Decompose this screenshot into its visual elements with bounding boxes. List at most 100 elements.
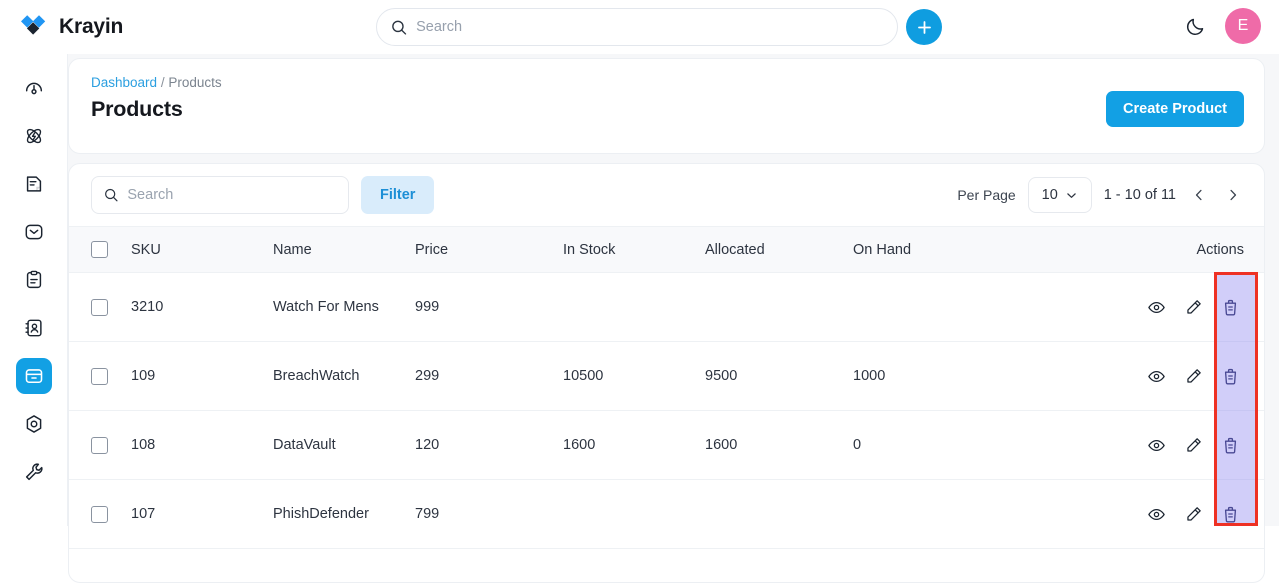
- table-toolbar: Filter Per Page 10 1 - 10 of 11: [69, 164, 1264, 226]
- breadcrumb-separator: /: [160, 75, 165, 90]
- pagination: Per Page 10 1 - 10 of 11: [957, 177, 1244, 213]
- search-input[interactable]: [416, 19, 883, 35]
- pencil-icon[interactable]: [1184, 436, 1203, 455]
- cell-on-hand: 1000: [853, 341, 1103, 411]
- sidebar-item-products[interactable]: [15, 358, 52, 394]
- column-header-allocated[interactable]: Allocated: [705, 226, 853, 273]
- cell-name: BreachWatch: [273, 341, 415, 411]
- cell-price: 799: [415, 479, 563, 549]
- table-search-input[interactable]: [127, 187, 336, 203]
- cell-actions: [1103, 479, 1264, 549]
- cell-sku: 108: [131, 410, 273, 480]
- chevron-down-icon: [1067, 192, 1076, 198]
- top-header: Krayin E: [0, 0, 1279, 54]
- products-table: SKU Name Price In Stock Allocated On Han…: [69, 226, 1264, 549]
- search-icon: [105, 188, 118, 202]
- brand-name: Krayin: [59, 15, 124, 38]
- chevron-left-icon: [1195, 189, 1202, 201]
- cell-sku: 109: [131, 341, 273, 411]
- moon-icon: [1186, 18, 1203, 35]
- document-icon: [26, 176, 41, 192]
- row-checkbox[interactable]: [91, 436, 108, 454]
- cell-in-stock: [563, 479, 705, 549]
- table-search[interactable]: [91, 176, 349, 214]
- pencil-icon[interactable]: [1184, 505, 1203, 524]
- cell-actions: [1103, 272, 1264, 342]
- cell-actions: [1103, 341, 1264, 411]
- sidebar-item-mail[interactable]: [16, 214, 52, 250]
- sidebar-item-activities[interactable]: [16, 262, 52, 298]
- pagination-range: 1 - 10 of 11: [1103, 187, 1176, 203]
- per-page-value: 10: [1041, 187, 1058, 203]
- avatar[interactable]: E: [1225, 8, 1261, 44]
- cell-allocated: [705, 479, 853, 549]
- eye-icon[interactable]: [1147, 505, 1166, 524]
- create-product-button[interactable]: Create Product: [1106, 91, 1244, 127]
- cell-in-stock: 1600: [563, 410, 705, 480]
- eye-icon[interactable]: [1147, 298, 1166, 317]
- search-icon: [392, 20, 407, 35]
- column-header-sku[interactable]: SKU: [131, 226, 273, 273]
- wrench-icon: [25, 463, 43, 481]
- cell-actions: [1103, 410, 1264, 480]
- cell-allocated: 1600: [705, 410, 853, 480]
- table-header-row: SKU Name Price In Stock Allocated On Han…: [69, 226, 1264, 273]
- cell-in-stock: [563, 272, 705, 342]
- row-actions: [1103, 298, 1244, 317]
- sidebar-item-leads[interactable]: [16, 118, 52, 154]
- cell-name: PhishDefender: [273, 479, 415, 549]
- row-checkbox[interactable]: [91, 298, 108, 316]
- contact-book-icon: [24, 319, 42, 337]
- sidebar-item-contacts[interactable]: [16, 310, 52, 346]
- chevron-right-icon: [1230, 189, 1237, 201]
- table-row: 3210 Watch For Mens 999: [69, 272, 1264, 342]
- table-row: 108 DataVault 120 1600 1600 0: [69, 410, 1264, 480]
- cell-allocated: 9500: [705, 341, 853, 411]
- breadcrumb: Dashboard / Products: [91, 75, 1244, 90]
- pencil-icon[interactable]: [1184, 367, 1203, 386]
- sidebar-item-quotes[interactable]: [16, 166, 52, 202]
- per-page-select[interactable]: 10: [1027, 177, 1092, 213]
- global-search[interactable]: [376, 8, 898, 46]
- row-checkbox[interactable]: [91, 367, 108, 385]
- trash-icon[interactable]: [1221, 436, 1240, 455]
- breadcrumb-dashboard-link[interactable]: Dashboard: [91, 75, 157, 90]
- row-select-cell: [69, 272, 131, 342]
- sidebar-item-configuration[interactable]: [16, 454, 52, 490]
- row-actions: [1103, 367, 1244, 386]
- create-quick-add-button[interactable]: [906, 9, 942, 45]
- atom-icon: [26, 128, 41, 144]
- row-checkbox[interactable]: [91, 505, 108, 523]
- row-select-cell: [69, 341, 131, 411]
- sidebar-item-dashboard[interactable]: [16, 70, 52, 106]
- trash-icon[interactable]: [1221, 505, 1240, 524]
- filter-button[interactable]: Filter: [361, 176, 435, 214]
- eye-icon[interactable]: [1147, 436, 1166, 455]
- products-table-card: Filter Per Page 10 1 - 10 of 11: [68, 163, 1265, 583]
- column-header-price[interactable]: Price: [415, 226, 563, 273]
- table-head: SKU Name Price In Stock Allocated On Han…: [69, 226, 1264, 273]
- cell-allocated: [705, 272, 853, 342]
- page-header-card: Dashboard / Products Products Create Pro…: [68, 58, 1265, 154]
- column-header-in-stock[interactable]: In Stock: [563, 226, 705, 273]
- gauge-icon: [25, 82, 42, 95]
- cell-price: 299: [415, 341, 563, 411]
- pencil-icon[interactable]: [1184, 298, 1203, 317]
- avatar-initial: E: [1237, 17, 1249, 34]
- trash-icon[interactable]: [1221, 367, 1240, 386]
- dark-mode-toggle[interactable]: [1181, 12, 1209, 40]
- brand[interactable]: Krayin: [20, 14, 320, 40]
- header-actions: E: [1181, 8, 1261, 44]
- pagination-next-button[interactable]: [1222, 182, 1244, 208]
- table-row: 107 PhishDefender 799: [69, 479, 1264, 549]
- sidebar: [0, 54, 68, 526]
- pagination-prev-button[interactable]: [1188, 182, 1210, 208]
- trash-icon[interactable]: [1221, 298, 1240, 317]
- column-header-name[interactable]: Name: [273, 226, 415, 273]
- sidebar-item-settings[interactable]: [16, 406, 52, 442]
- select-all-checkbox[interactable]: [91, 241, 108, 258]
- cell-name: DataVault: [273, 410, 415, 480]
- column-header-on-hand[interactable]: On Hand: [853, 226, 1103, 273]
- table-row: 109 BreachWatch 299 10500 9500 1000: [69, 341, 1264, 411]
- eye-icon[interactable]: [1147, 367, 1166, 386]
